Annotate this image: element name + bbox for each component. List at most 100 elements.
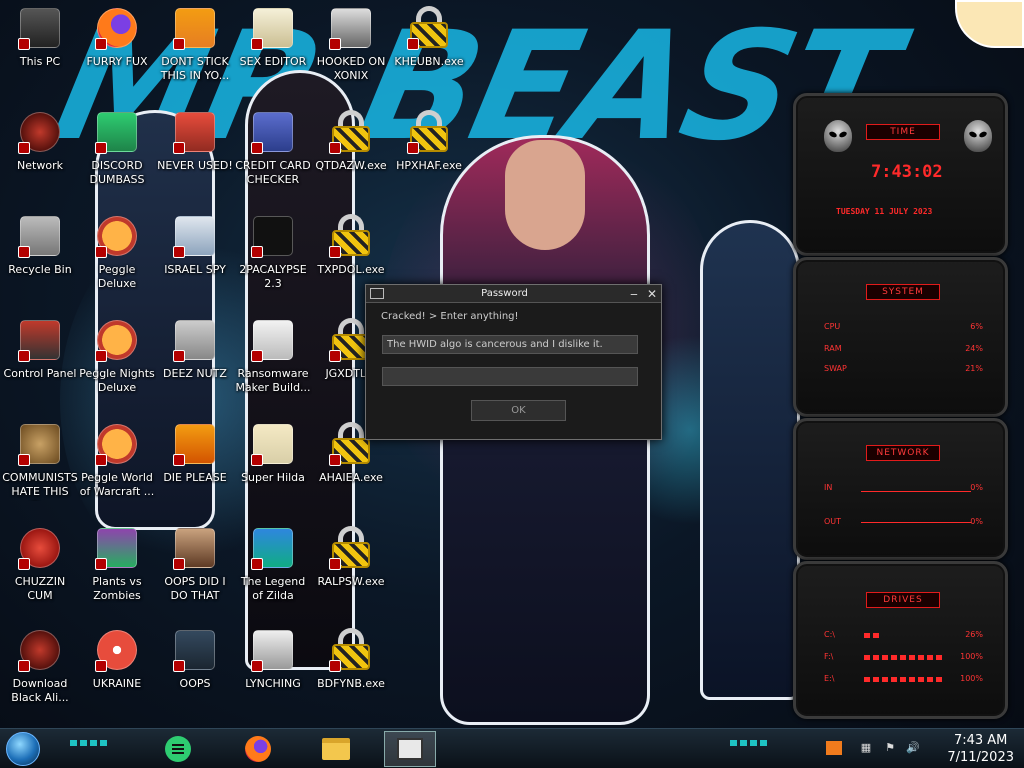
speaker-icon[interactable]: 🔊 bbox=[905, 741, 921, 755]
desktop-icon[interactable]: Network bbox=[1, 108, 79, 173]
shortcut-badge-icon bbox=[329, 350, 341, 362]
network-out-graph bbox=[861, 519, 971, 523]
chat-icon bbox=[93, 108, 141, 156]
desktop-icon[interactable]: UKRAINE bbox=[78, 626, 156, 691]
close-button[interactable]: ✕ bbox=[643, 286, 661, 302]
network-gadget-header: NETWORK bbox=[866, 445, 940, 461]
desktop-icon[interactable]: Recycle Bin bbox=[1, 212, 79, 277]
desktop-icon[interactable]: Control Panel bbox=[1, 316, 79, 381]
minimize-button[interactable]: ‒ bbox=[625, 286, 643, 302]
desktop-icon[interactable]: CREDIT CARD CHECKER bbox=[234, 108, 312, 187]
password-field-one[interactable] bbox=[382, 335, 638, 354]
ok-button[interactable]: OK bbox=[471, 400, 566, 421]
taskbar-password-app[interactable] bbox=[384, 731, 436, 767]
desktop-icon-label: UKRAINE bbox=[92, 677, 142, 690]
desktop-icon[interactable]: DISCORD DUMBASS bbox=[78, 108, 156, 187]
firefox-icon bbox=[93, 4, 141, 52]
credit-card-icon bbox=[249, 108, 297, 156]
desktop-icon[interactable]: DONT STICK THIS IN YO... bbox=[156, 4, 234, 83]
shortcut-badge-icon bbox=[18, 660, 30, 672]
desktop-icon[interactable]: LYNCHING bbox=[234, 626, 312, 691]
desktop-icon[interactable]: OOPS bbox=[156, 626, 234, 691]
shortcut-badge-icon bbox=[329, 246, 341, 258]
drive-f-usage-bar bbox=[864, 655, 944, 660]
taskbar-chat-app[interactable] bbox=[152, 731, 204, 767]
start-button[interactable] bbox=[6, 732, 40, 766]
lock-icon bbox=[405, 108, 453, 156]
desktop-icon[interactable]: NEVER USED! bbox=[156, 108, 234, 173]
shortcut-badge-icon bbox=[251, 38, 263, 50]
desktop-icon[interactable]: SEX EDITOR bbox=[234, 4, 312, 69]
desktop-icon[interactable]: ISRAEL SPY bbox=[156, 212, 234, 277]
ransomware-builder-icon bbox=[249, 316, 297, 364]
desktop-icon[interactable]: The Legend of Zilda bbox=[234, 524, 312, 603]
system-gadget[interactable]: SYSTEM CPU 6% RAM 24% SWAP 21% bbox=[793, 257, 1008, 417]
desktop-icon-label: AHAIEA.exe bbox=[319, 471, 383, 484]
desktop-icon[interactable]: Peggle Nights Deluxe bbox=[78, 316, 156, 395]
desktop-icon[interactable]: OOPS DID I DO THAT bbox=[156, 524, 234, 603]
system-row-cpu: CPU 6% bbox=[824, 322, 983, 331]
taskbar-clock[interactable]: 7:43 AM 7/11/2023 bbox=[947, 732, 1014, 766]
desktop-icon[interactable]: COMMUNISTS HATE THIS G... bbox=[1, 420, 79, 501]
desktop-icon[interactable]: KHEUBN.exe bbox=[390, 4, 468, 69]
desktop-icon[interactable]: This PC bbox=[1, 4, 79, 69]
desktop-icon-label: QTDAZW.exe bbox=[315, 159, 387, 172]
desktop-icon[interactable]: HOOKED ON XONIX bbox=[312, 4, 390, 83]
shortcut-badge-icon bbox=[173, 350, 185, 362]
shortcut-badge-icon bbox=[407, 38, 419, 50]
desktop-icon-label: Network bbox=[17, 159, 63, 172]
desktop-icon[interactable]: Peggle Deluxe bbox=[78, 212, 156, 291]
tux-icon bbox=[249, 626, 297, 674]
desktop-icon[interactable]: Super Hilda bbox=[234, 420, 312, 485]
desktop-icon[interactable]: FURRY FUX bbox=[78, 4, 156, 69]
shortcut-badge-icon bbox=[95, 558, 107, 570]
window-icon bbox=[397, 738, 423, 760]
taskbar-file-explorer[interactable] bbox=[310, 731, 362, 767]
desktop-icon[interactable]: HPXHAF.exe bbox=[390, 108, 468, 173]
desktop-icon[interactable]: CHUZZIN CUM bbox=[1, 524, 79, 603]
desktop-icon-label: SEX EDITOR bbox=[239, 55, 307, 68]
password-field-two[interactable] bbox=[382, 367, 638, 386]
desktop-icon-label: HPXHAF.exe bbox=[396, 159, 462, 172]
desktop-icon[interactable]: Ransomware Maker Build... bbox=[234, 316, 312, 395]
desktop-icon[interactable]: Download Black Ali... bbox=[1, 626, 79, 705]
xonix-game-icon bbox=[327, 4, 375, 52]
drives-gadget[interactable]: DRIVES C:\ 26% F:\ 100% E:\ 100% bbox=[793, 561, 1008, 719]
flag-icon[interactable]: ⚑ bbox=[882, 741, 898, 755]
desktop-icon-label: TXPDOL.exe bbox=[317, 263, 385, 276]
dialog-titlebar[interactable]: Password ‒ ✕ bbox=[366, 285, 661, 303]
desktop-icon[interactable]: Plants vs Zombies bbox=[78, 524, 156, 603]
shortcut-badge-icon bbox=[18, 38, 30, 50]
lock-icon bbox=[327, 626, 375, 674]
shortcut-badge-icon bbox=[329, 38, 341, 50]
taskbar-decoration bbox=[730, 740, 770, 746]
desktop-icon-label: COMMUNISTS HATE THIS G... bbox=[2, 471, 78, 501]
desktop-icon-label: ISRAEL SPY bbox=[164, 263, 226, 276]
shortcut-badge-icon bbox=[251, 350, 263, 362]
shortcut-badge-icon bbox=[18, 558, 30, 570]
desktop-icon[interactable]: DIE PLEASE bbox=[156, 420, 234, 485]
drive-c-usage-bar bbox=[864, 633, 882, 638]
shortcut-badge-icon bbox=[173, 246, 185, 258]
shortcut-badge-icon bbox=[173, 454, 185, 466]
chuzzle-icon bbox=[16, 524, 64, 572]
notification-icon[interactable] bbox=[826, 741, 842, 755]
desktop-icon[interactable]: DEEZ NUTZ bbox=[156, 316, 234, 381]
desktop-icon[interactable]: TXPDOL.exe bbox=[312, 212, 390, 277]
network-gadget[interactable]: NETWORK IN 0% OUT 0% bbox=[793, 418, 1008, 560]
desktop-icon[interactable]: Peggle World of Warcraft ... bbox=[78, 420, 156, 499]
time-gadget[interactable]: TIME 7:43:02 TUESDAY 11 JULY 2023 bbox=[793, 93, 1008, 256]
taskbar-firefox[interactable] bbox=[232, 731, 284, 767]
lock-icon bbox=[327, 108, 375, 156]
desktop-icon-label: LYNCHING bbox=[245, 677, 301, 690]
desktop-icon[interactable]: RALPSW.exe bbox=[312, 524, 390, 589]
network-icon[interactable]: ▦ bbox=[858, 741, 874, 755]
desktop-icon[interactable]: 2PACALYPSE 2.3 bbox=[234, 212, 312, 291]
desktop-icon-label: OOPS bbox=[179, 677, 211, 690]
shortcut-badge-icon bbox=[18, 246, 30, 258]
radiation-icon bbox=[93, 626, 141, 674]
drives-gadget-header: DRIVES bbox=[866, 592, 940, 608]
desktop-icon[interactable]: QTDAZW.exe bbox=[312, 108, 390, 173]
dialog-prompt: Cracked! > Enter anything! bbox=[381, 311, 519, 322]
desktop-icon[interactable]: BDFYNB.exe bbox=[312, 626, 390, 691]
